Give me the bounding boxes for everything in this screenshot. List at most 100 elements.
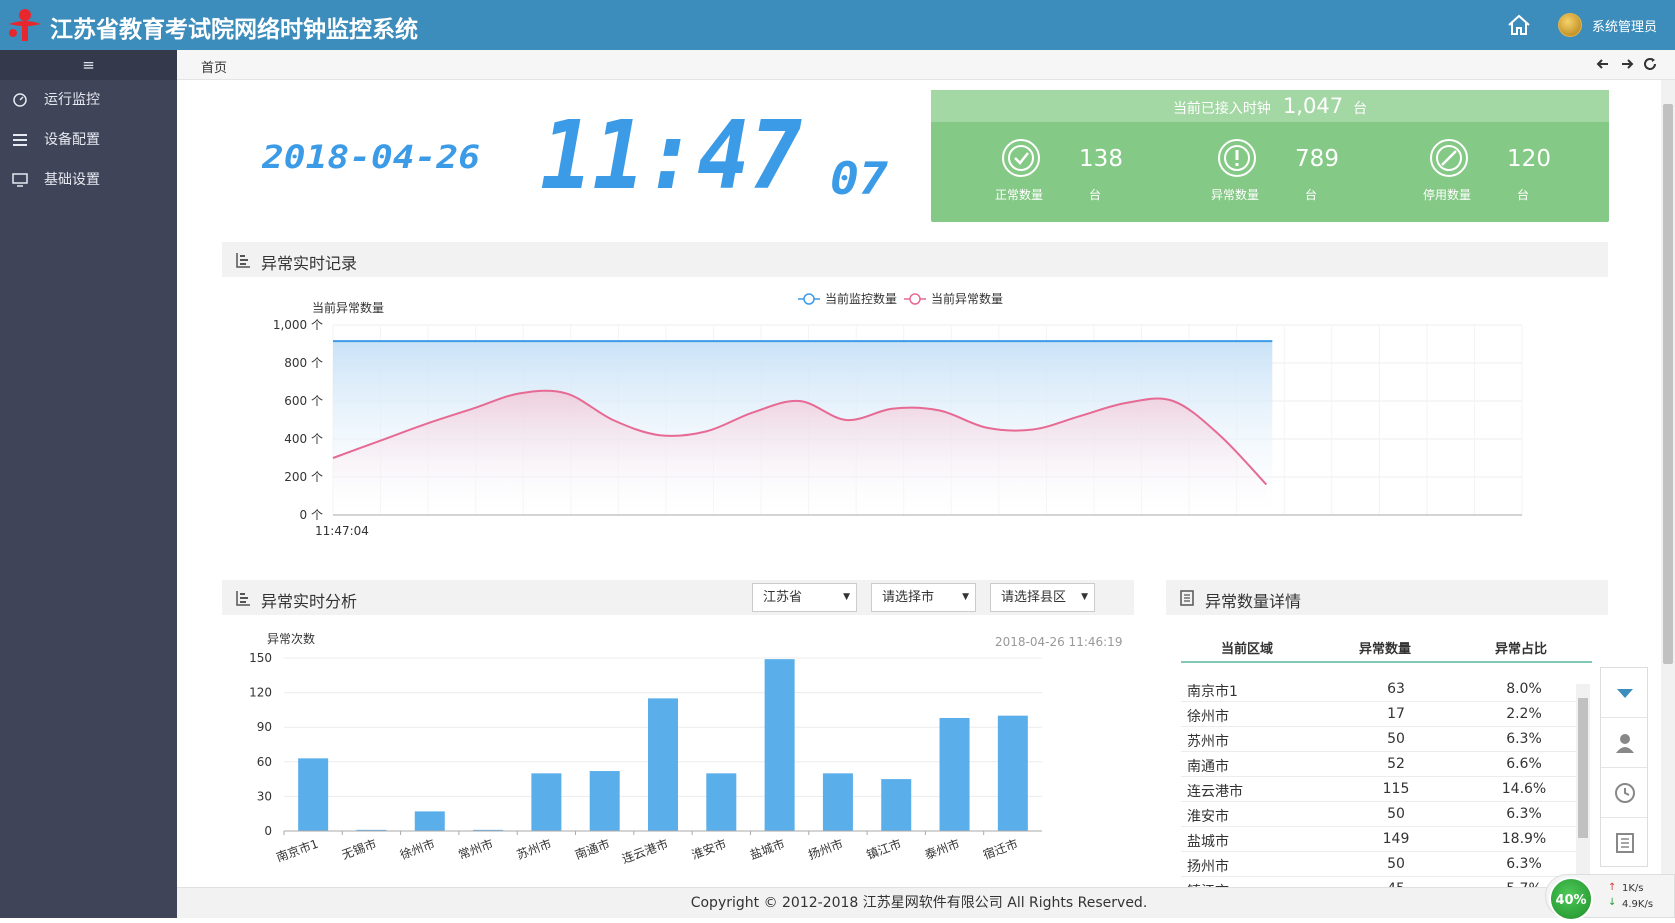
detail-panel-header: 异常数量详情 xyxy=(1166,580,1608,615)
user-button[interactable] xyxy=(1601,718,1647,768)
y-tick-label: 0 xyxy=(264,824,272,838)
bar-宿迁市 xyxy=(997,715,1028,831)
row-count: 63 xyxy=(1387,681,1405,697)
table-row[interactable]: 苏州市 50 6.3% xyxy=(1181,727,1576,752)
date-text: 2018-04-26 xyxy=(262,140,480,174)
network-speed-widget[interactable]: 40% ↑ ↓ 1K/s 4.9K/s xyxy=(1545,874,1675,921)
collapse-button[interactable] xyxy=(1601,668,1647,718)
page-scrollbar-thumb[interactable] xyxy=(1663,104,1673,664)
stat-disabled-label: 停用数量 xyxy=(1423,188,1472,202)
table-row[interactable]: 南京市1 63 8.0% xyxy=(1181,677,1576,702)
bar-南通市 xyxy=(589,771,620,831)
legend-label: 当前异常数量 xyxy=(931,291,1003,306)
table-row[interactable]: 徐州市 17 2.2% xyxy=(1181,702,1576,727)
stat-normal-label: 正常数量 xyxy=(995,188,1044,202)
clock-display: 11:47 07 xyxy=(540,112,889,198)
table-row[interactable]: 连云港市 115 14.6% xyxy=(1181,777,1576,802)
x-tick-label: 泰州市 xyxy=(923,836,962,862)
y-tick-label: 150 xyxy=(249,651,272,665)
footer: Copyright © 2012-2018 江苏星网软件有限公司 All Rig… xyxy=(177,887,1661,918)
province-select[interactable]: 江苏省 ▼ xyxy=(752,583,857,612)
table-row[interactable]: 盐城市 149 18.9% xyxy=(1181,827,1576,852)
stat-disabled[interactable]: 120 停用数量 台 xyxy=(1359,138,1551,208)
y-tick-label: 90 xyxy=(257,720,272,734)
stat-normal[interactable]: 138 正常数量 台 xyxy=(931,138,1123,208)
x-tick-label: 11:47:04 xyxy=(315,524,369,538)
district-select[interactable]: 请选择县区 ▼ xyxy=(990,583,1095,612)
report-button[interactable] xyxy=(1601,818,1647,868)
city-select-value: 请选择市 xyxy=(882,590,935,605)
table-scrollbar-thumb[interactable] xyxy=(1578,698,1588,838)
date-display: 2018-04-26 xyxy=(262,140,480,174)
row-ratio: 6.3% xyxy=(1506,856,1542,872)
copyright-text: Copyright © 2012-2018 江苏星网软件有限公司 All Rig… xyxy=(690,895,1148,911)
table-row[interactable]: 淮安市 50 6.3% xyxy=(1181,802,1576,827)
avatar[interactable] xyxy=(1558,13,1582,37)
summary-title: 当前已接入时钟 xyxy=(1172,101,1271,117)
x-tick-label: 无锡市 xyxy=(340,836,379,862)
summary-header: 当前已接入时钟 1,047 台 xyxy=(931,90,1609,122)
bar-泰州市 xyxy=(939,717,970,831)
sidebar-item-basic-settings[interactable]: 基础设置 xyxy=(0,160,177,200)
page-scrollbar[interactable] xyxy=(1661,80,1675,918)
row-count: 50 xyxy=(1387,856,1405,872)
stat-abnormal-value: 789 xyxy=(1295,146,1339,172)
list-icon xyxy=(13,134,27,146)
x-tick-label: 徐州市 xyxy=(398,836,437,862)
bar-扬州市 xyxy=(822,773,853,831)
y-tick-label: 0 个 xyxy=(300,508,323,522)
stat-abnormal[interactable]: 789 异常数量 台 xyxy=(1147,138,1339,208)
table-row[interactable]: 扬州市 50 6.3% xyxy=(1181,852,1576,877)
city-select[interactable]: 请选择市 ▼ xyxy=(871,583,976,612)
tab-home[interactable]: 首页 xyxy=(201,57,227,76)
table-row[interactable]: 镇江市455.7% xyxy=(1181,877,1576,887)
row-region: 南京市1 xyxy=(1187,684,1238,700)
sidebar-item-device-config[interactable]: 设备配置 xyxy=(0,120,177,160)
arrow-right-icon[interactable] xyxy=(1619,56,1635,72)
check-circle-icon xyxy=(1002,139,1040,177)
y-tick-label: 120 xyxy=(249,686,272,700)
detail-table-body[interactable]: 南京市1 63 8.0% 徐州市 17 2.2% 苏州市 50 6.3% 南通市 52 6.6% 连云港… xyxy=(1181,677,1576,887)
x-tick-label: 淮安市 xyxy=(689,836,728,862)
row-region: 扬州市 xyxy=(1187,859,1229,875)
col-count: 异常数量 xyxy=(1359,642,1412,657)
row-count: 52 xyxy=(1387,756,1405,772)
sidebar-item-run-monitor[interactable]: 运行监控 xyxy=(0,80,177,120)
x-tick-label: 连云港市 xyxy=(620,836,670,867)
bar-镇江市 xyxy=(881,779,912,831)
caret-down-icon xyxy=(1617,689,1633,698)
home-icon[interactable] xyxy=(1506,12,1532,38)
table-scrollbar[interactable] xyxy=(1576,684,1590,884)
download-arrow-icon: ↓ xyxy=(1608,897,1617,908)
legend-item-abnormal: 当前异常数量 xyxy=(904,291,1003,306)
user-name[interactable]: 系统管理员 xyxy=(1592,16,1657,35)
download-speed: 4.9K/s xyxy=(1622,899,1654,910)
arrow-left-icon[interactable] xyxy=(1595,56,1611,72)
x-tick-label: 南通市 xyxy=(573,836,612,862)
row-ratio: 8.0% xyxy=(1506,681,1542,697)
upload-speed: 1K/s xyxy=(1622,883,1644,894)
clock-time: 11:47 xyxy=(540,112,802,198)
stat-abnormal-unit: 台 xyxy=(1305,188,1318,202)
legend-marker xyxy=(909,293,921,305)
refresh-icon[interactable] xyxy=(1642,56,1658,72)
top-bar: 江苏省教育考试院网络时钟监控系统 系统管理员 xyxy=(0,0,1675,50)
sidebar-toggle-button[interactable]: ≡ xyxy=(0,50,177,80)
realtime-line-chart: 当前异常数量 0 个 200 个 400 个 600 个 800 个 1,000 个 11:4… xyxy=(273,291,1523,538)
stat-normal-unit: 台 xyxy=(1089,188,1102,202)
row-count: 17 xyxy=(1387,706,1405,722)
row-region: 盐城市 xyxy=(1187,834,1229,850)
bar-苏州市 xyxy=(531,773,562,831)
history-button[interactable] xyxy=(1601,768,1647,818)
row-ratio: 6.6% xyxy=(1506,756,1542,772)
x-tick-label: 宿迁市 xyxy=(981,836,1020,862)
y-axis-label: 当前异常数量 xyxy=(312,300,384,315)
summary-total: 1,047 xyxy=(1282,94,1344,118)
y-tick-label: 800 个 xyxy=(284,356,323,370)
detail-panel-title: 异常数量详情 xyxy=(1205,592,1302,611)
disabled-circle-icon xyxy=(1430,139,1468,177)
caret-down-icon: ▼ xyxy=(843,592,850,602)
row-count: 115 xyxy=(1382,781,1410,797)
y-tick-label: 60 xyxy=(257,755,272,769)
table-row[interactable]: 南通市 52 6.6% xyxy=(1181,752,1576,777)
